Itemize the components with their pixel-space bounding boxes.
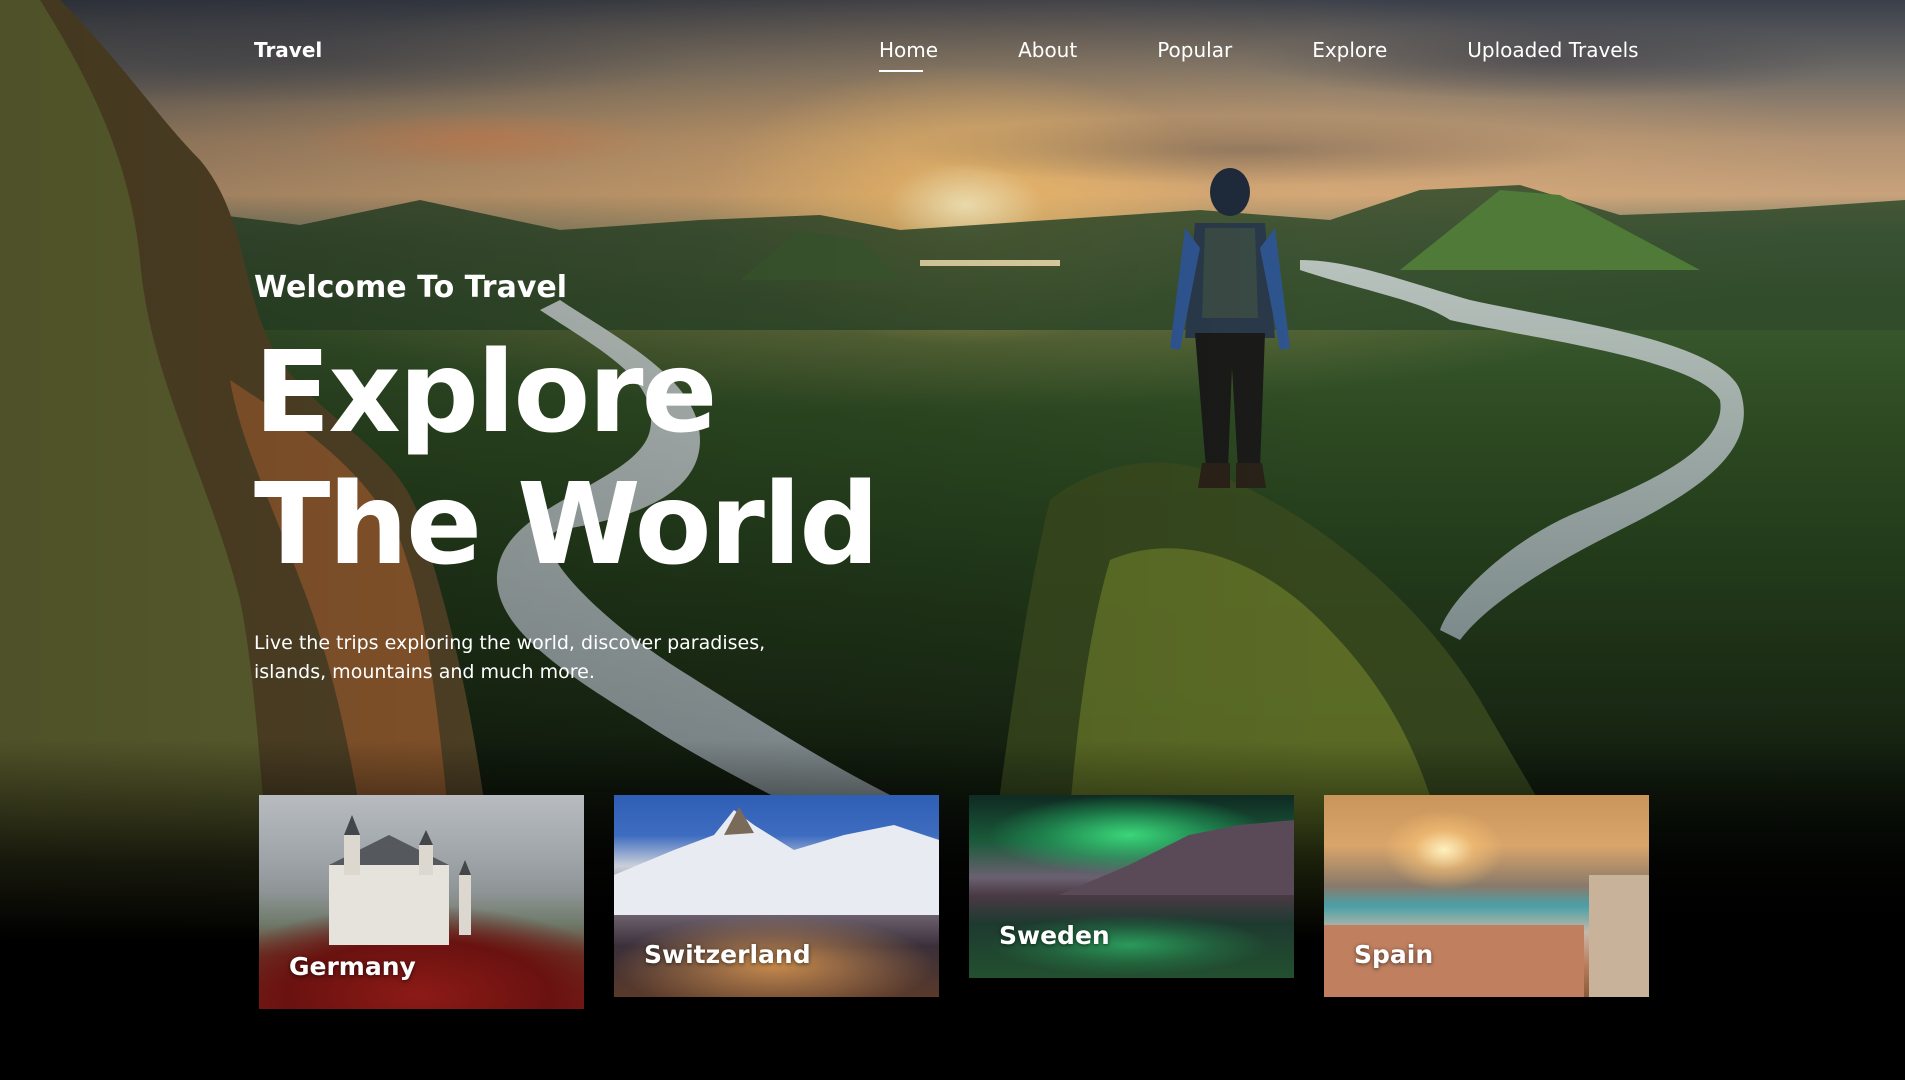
nav-link-uploaded-travels[interactable]: Uploaded Travels	[1467, 38, 1638, 72]
travel-landing-page: Travel Home About Popular Explore Upload…	[0, 0, 1905, 1080]
destination-label: Spain	[1354, 940, 1434, 969]
nav-link-popular[interactable]: Popular	[1157, 38, 1232, 72]
aurora-illustration	[1059, 820, 1294, 895]
headline-line-2: The World	[254, 460, 879, 590]
destination-label: Sweden	[999, 921, 1110, 950]
destination-card-sweden[interactable]: Sweden	[969, 795, 1294, 978]
hero-headline: Explore The World	[254, 327, 954, 591]
destination-card-spain[interactable]: Spain	[1324, 795, 1649, 997]
sweden-aurora-image	[969, 795, 1294, 978]
welcome-subheading: Welcome To Travel	[254, 270, 568, 305]
destination-label: Switzerland	[644, 940, 811, 969]
logo-link[interactable]: Travel	[254, 38, 322, 62]
destination-card-germany[interactable]: Germany	[259, 795, 584, 1009]
destination-cards: Germany Switzerland Sweden Spain	[259, 795, 1649, 1009]
nav-links: Home About Popular Explore Uploaded Trav…	[879, 38, 1639, 72]
nav-link-home[interactable]: Home	[879, 38, 938, 72]
destination-card-switzerland[interactable]: Switzerland	[614, 795, 939, 997]
nav-link-explore[interactable]: Explore	[1312, 38, 1387, 72]
headline-line-1: Explore	[254, 328, 717, 458]
hero-description: Live the trips exploring the world, disc…	[254, 632, 766, 683]
hero-section: Welcome To Travel Explore The World Live…	[254, 270, 954, 706]
nav-link-about[interactable]: About	[1018, 38, 1077, 72]
destination-label: Germany	[289, 952, 416, 981]
top-navigation: Travel Home About Popular Explore Upload…	[0, 0, 1905, 100]
